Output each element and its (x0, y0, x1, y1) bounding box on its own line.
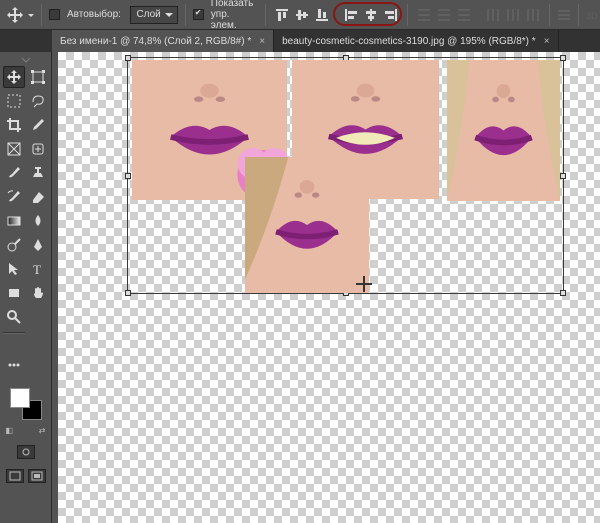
brush-tool[interactable] (3, 162, 25, 184)
tools-panel: T ◧ ⇄ (0, 52, 52, 523)
transform-handle[interactable] (560, 290, 566, 296)
document-tab-label: beauty-cosmetic-cosmetics-3190.jpg @ 195… (282, 36, 536, 47)
toolbar-divider (3, 330, 25, 336)
type-tool[interactable]: T (27, 258, 49, 280)
screen-mode-dropdown-icon[interactable] (28, 469, 46, 483)
move-tool-dropdown-icon[interactable] (6, 5, 24, 25)
transform-handle[interactable] (125, 290, 131, 296)
screen-mode-icon[interactable] (6, 469, 24, 483)
transform-handle[interactable] (560, 173, 566, 179)
history-brush-tool[interactable] (3, 186, 25, 208)
artboard-tool[interactable] (27, 66, 49, 88)
distribute-hcenter-button[interactable] (504, 6, 522, 24)
transform-reference-point[interactable] (356, 276, 372, 292)
pen-tool[interactable] (27, 234, 49, 256)
quick-mask-icon[interactable] (17, 445, 35, 459)
distribute-right-button[interactable] (524, 6, 542, 24)
auto-select-mode-select[interactable]: Слой (130, 6, 177, 24)
tools-collapse-handle[interactable] (0, 56, 52, 64)
distribute-vertical-group (415, 6, 473, 24)
path-select-tool[interactable] (3, 258, 25, 280)
transform-handle[interactable] (560, 55, 566, 61)
dodge-tool[interactable] (3, 234, 25, 256)
transform-handle[interactable] (125, 173, 131, 179)
svg-text:3D: 3D (586, 11, 598, 21)
auto-select-checkbox[interactable] (49, 9, 60, 20)
align-top-edges-button[interactable] (273, 6, 291, 24)
swap-colors-icon[interactable]: ⇄ (39, 426, 46, 435)
divider (185, 4, 186, 26)
align-bottom-edges-button[interactable] (313, 6, 331, 24)
align-horizontal-centers-button[interactable] (362, 6, 380, 24)
auto-select-label: Автовыбор: (67, 9, 121, 20)
canvas-area[interactable] (52, 52, 600, 523)
eraser-tool[interactable] (27, 186, 49, 208)
rectangle-tool[interactable] (3, 282, 25, 304)
show-transform-controls-checkbox[interactable] (193, 9, 204, 20)
divider (407, 4, 408, 26)
show-transform-controls-label: Показать упр. элем. (211, 0, 258, 31)
frame-tool[interactable] (3, 138, 25, 160)
align-vertical-centers-button[interactable] (293, 6, 311, 24)
distribute-horizontal-group (484, 6, 542, 24)
align-edges-horizontal-group (342, 6, 400, 24)
tool-grid: T (3, 66, 49, 376)
eyedropper-tool[interactable] (27, 114, 49, 136)
quick-mask-row (2, 445, 50, 459)
close-tab-icon[interactable]: × (544, 36, 550, 47)
document-tab[interactable]: beauty-cosmetic-cosmetics-3190.jpg @ 195… (274, 30, 558, 52)
align-left-edges-button[interactable] (342, 6, 360, 24)
distribute-left-button[interactable] (484, 6, 502, 24)
hand-tool[interactable] (27, 282, 49, 304)
move-tool[interactable] (3, 66, 25, 88)
marquee-tool[interactable] (3, 90, 25, 112)
transform-handle[interactable] (125, 55, 131, 61)
layer-photo-4[interactable] (447, 60, 560, 201)
blur-tool[interactable] (27, 210, 49, 232)
document-tab-label: Без имени-1 @ 74,8% (Слой 2, RGB/8#) * (60, 36, 251, 47)
distribute-top-button[interactable] (415, 6, 433, 24)
document-tab-bar: Без имени-1 @ 74,8% (Слой 2, RGB/8#) * ×… (0, 30, 600, 52)
more-align-options-icon[interactable] (557, 6, 571, 24)
options-bar: Автовыбор: Слой Показать упр. элем. (0, 0, 600, 30)
layer-photo-3[interactable] (245, 157, 369, 293)
distribute-bottom-button[interactable] (455, 6, 473, 24)
healing-brush-tool[interactable] (27, 138, 49, 160)
divider (578, 4, 579, 26)
foreground-color-swatch[interactable] (10, 388, 30, 408)
swatch-mini-controls: ◧ ⇄ (6, 426, 46, 435)
lasso-tool[interactable] (27, 90, 49, 112)
clone-stamp-tool[interactable] (27, 162, 49, 184)
divider (549, 4, 550, 26)
distribute-vcenter-button[interactable] (435, 6, 453, 24)
edit-toolbar[interactable] (3, 354, 25, 376)
align-edges-vertical-group (273, 6, 331, 24)
close-tab-icon[interactable]: × (259, 36, 265, 47)
auto-select-mode-value: Слой (136, 9, 160, 20)
divider (41, 4, 42, 26)
default-colors-icon[interactable]: ◧ (6, 426, 14, 435)
screen-mode-row (2, 469, 50, 483)
3d-mode-icon[interactable]: 3D (586, 6, 600, 24)
gradient-tool[interactable] (3, 210, 25, 232)
document-tab-active[interactable]: Без имени-1 @ 74,8% (Слой 2, RGB/8#) * × (52, 30, 274, 52)
svg-text:T: T (33, 262, 41, 277)
chevron-down-icon (28, 14, 34, 20)
align-right-edges-button[interactable] (382, 6, 400, 24)
divider (265, 4, 266, 26)
zoom-tool[interactable] (3, 306, 25, 328)
crop-tool[interactable] (3, 114, 25, 136)
color-swatches[interactable] (8, 386, 44, 422)
